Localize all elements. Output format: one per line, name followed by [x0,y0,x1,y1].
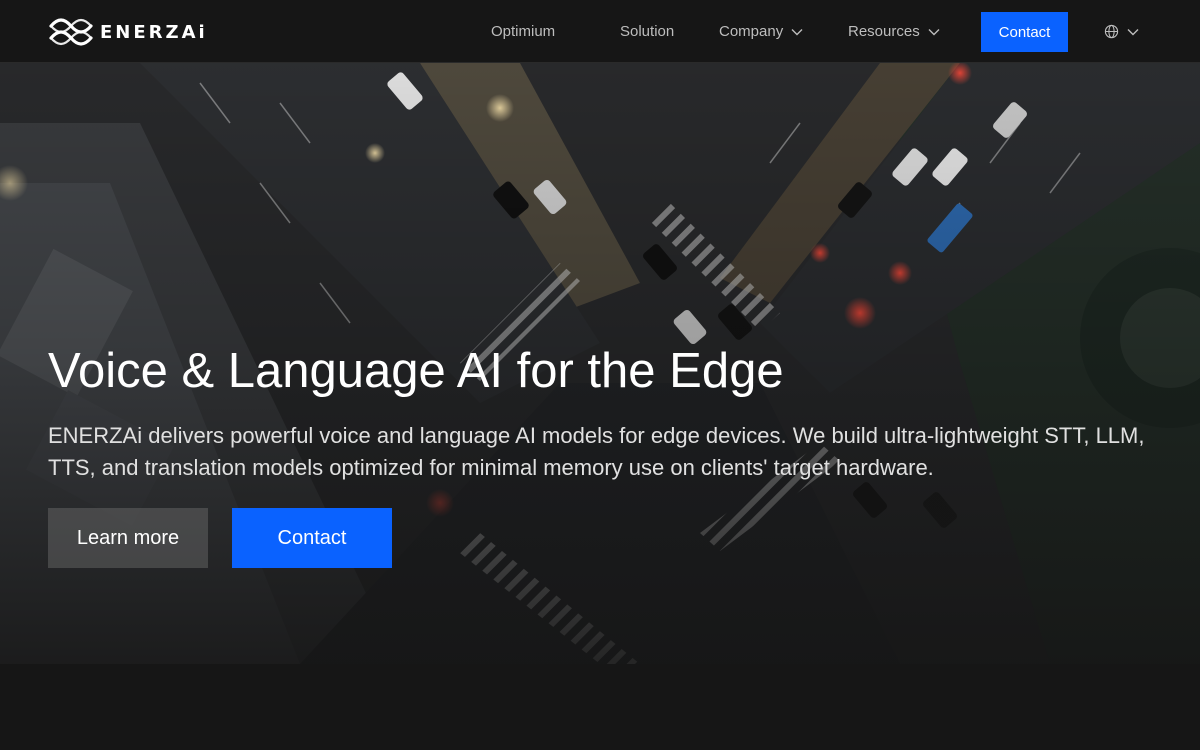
hero-description: ENERZAi delivers powerful voice and lang… [48,423,1145,480]
hero-section: Voice & Language AI for the Edge ENERZAi… [0,63,1200,664]
nav-item-label: Company [719,23,784,40]
nav-item-label: Optimium [491,23,556,40]
nav-item-optimium[interactable]: Optimium [491,0,555,63]
chevron-down-icon [928,28,940,35]
infinity-wave-logo-icon [49,18,93,46]
globe-icon [1104,24,1119,39]
learn-more-button[interactable]: Learn more [48,508,208,568]
chevron-down-icon [1127,28,1139,35]
nav-item-label: Resources [848,23,920,40]
language-selector[interactable] [1104,0,1139,63]
brand-name: ENERZAi [100,21,208,43]
top-navigation: ENERZAi Optimium Solution Company Resour… [0,0,1200,63]
chevron-down-icon [791,28,803,35]
nav-contact-button[interactable]: Contact [981,12,1068,52]
nav-item-solution[interactable]: Solution [620,0,674,63]
hero-contact-button[interactable]: Contact [232,508,392,568]
nav-item-label: Solution [620,23,675,40]
nav-item-resources[interactable]: Resources [848,0,940,63]
brand-logo[interactable]: ENERZAi [48,17,208,47]
hero-title: Voice & Language AI for the Edge [48,344,784,398]
nav-item-company[interactable]: Company [719,0,803,63]
next-section [0,664,1200,750]
